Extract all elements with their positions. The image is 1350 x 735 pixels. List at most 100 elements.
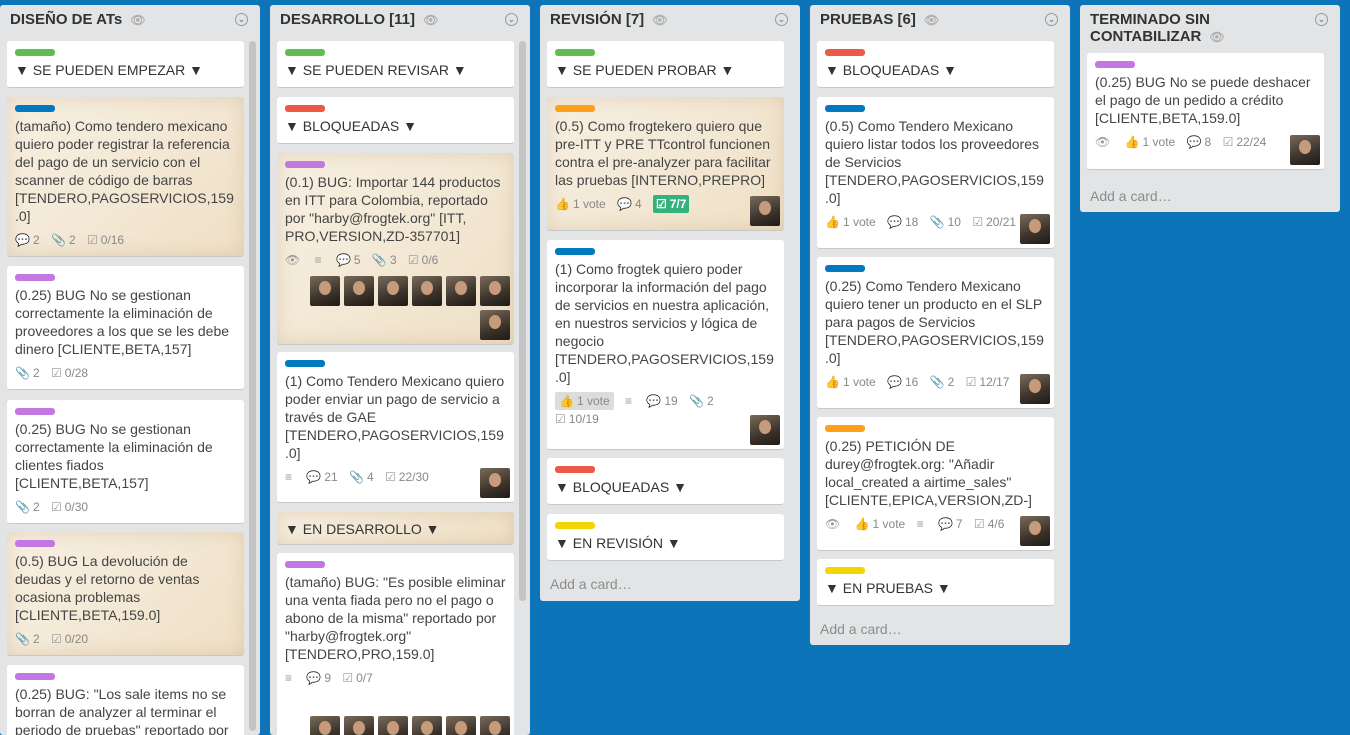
- list-terminado-sin-contabilizar: TERMINADO SIN CONTABILIZAR 👁 ⌄ (0.25) BU…: [1080, 5, 1340, 212]
- card[interactable]: (0.1) BUG: Importar 144 productos en ITT…: [277, 153, 514, 345]
- badge-text: 8: [1204, 135, 1212, 149]
- avatar[interactable]: [1020, 214, 1050, 244]
- add-card-link[interactable]: Add a card…: [1090, 188, 1172, 204]
- separator-card[interactable]: ▼ EN PRUEBAS ▼: [817, 559, 1054, 606]
- badge-text: 22/30: [398, 470, 429, 484]
- card[interactable]: (1) Como Tendero Mexicano quiero poder e…: [277, 352, 514, 503]
- member-avatars: [305, 276, 510, 340]
- card[interactable]: (0.25) Como Tendero Mexicano quiero tene…: [817, 257, 1054, 409]
- list-header[interactable]: PRUEBAS [6] 👁 ⌄: [810, 5, 1070, 35]
- checklist-badge: ☑ 4/6: [974, 515, 1004, 533]
- add-card-link[interactable]: Add a card…: [550, 576, 632, 592]
- card-title: (0.1) BUG: Importar 144 productos en ITT…: [285, 174, 501, 244]
- checklist-badge: ☑ 0/20: [51, 630, 88, 648]
- avatar[interactable]: [310, 276, 340, 306]
- badge-text: 2: [706, 394, 714, 408]
- avatar[interactable]: [1020, 374, 1050, 404]
- watching-badge: 👁: [285, 251, 303, 269]
- avatar[interactable]: [344, 716, 374, 735]
- list-header[interactable]: REVISIÓN [7] 👁 ⌄: [540, 5, 800, 35]
- list-header[interactable]: DESARROLLO [11] 👁 ⌄: [270, 5, 530, 35]
- avatar[interactable]: [1020, 516, 1050, 546]
- comments-badge: 💬 4: [617, 195, 642, 213]
- checklist-badge: ☑ 22/24: [1223, 133, 1267, 151]
- badge-text: 0/16: [100, 233, 125, 247]
- avatar[interactable]: [750, 196, 780, 226]
- avatar[interactable]: [480, 276, 510, 306]
- avatar[interactable]: [446, 276, 476, 306]
- card-title: ▼ SE PUEDEN REVISAR ▼: [285, 62, 467, 78]
- card-badges: 📎 2 ☑ 0/20: [15, 630, 236, 648]
- list-header[interactable]: DISEÑO DE ATs 👁 ⌄: [0, 5, 260, 35]
- list-title: REVISIÓN [7]: [550, 11, 645, 28]
- separator-card[interactable]: ▼ BLOQUEADAS ▼: [277, 97, 514, 144]
- blue-label: [555, 248, 595, 255]
- avatar[interactable]: [412, 716, 442, 735]
- separator-card[interactable]: ▼ SE PUEDEN EMPEZAR ▼: [7, 41, 244, 88]
- avatar[interactable]: [480, 468, 510, 498]
- avatar[interactable]: [480, 310, 510, 340]
- card[interactable]: (0.25) BUG No se gestionan correctamente…: [7, 400, 244, 524]
- card[interactable]: (1) Como frogtek quiero poder incorporar…: [547, 240, 784, 450]
- scrollbar[interactable]: [519, 41, 526, 601]
- member-avatars: [306, 716, 510, 735]
- checkbox-icon: ☑: [972, 215, 984, 229]
- votes-badge: 👍 1 vote: [825, 213, 876, 231]
- card[interactable]: (0.25) PETICIÓN DE durey@frogtek.org: "A…: [817, 417, 1054, 551]
- description-badge: ≡: [917, 515, 927, 533]
- paperclip-icon: 📎: [50, 233, 66, 247]
- votes-badge[interactable]: 👍 1 vote: [555, 392, 614, 410]
- description-badge: ≡: [285, 669, 295, 687]
- card[interactable]: (0.25) BUG No se gestionan correctamente…: [7, 266, 244, 390]
- separator-card[interactable]: ▼ EN DESARROLLO ▼: [277, 512, 514, 545]
- checklist-badge: ☑ 0/30: [51, 498, 88, 516]
- list-menu-icon[interactable]: ⌄: [1315, 13, 1328, 26]
- add-card-link[interactable]: Add a card…: [820, 621, 902, 637]
- card-badges: 👁 ≡ 💬 5 📎 3 ☑ 0/6: [285, 251, 506, 269]
- eye-icon: 👁: [1095, 135, 1111, 149]
- separator-card[interactable]: ▼ BLOQUEADAS ▼: [547, 458, 784, 505]
- card[interactable]: (0.5) BUG La devolución de deudas y el r…: [7, 532, 244, 656]
- avatar[interactable]: [310, 716, 340, 735]
- scrollbar[interactable]: [249, 41, 256, 731]
- checklist-badge: ☑ 20/21: [972, 213, 1016, 231]
- card[interactable]: (0.25) BUG No se puede deshacer el pago …: [1087, 53, 1324, 170]
- checklist-badge: ☑ 22/30: [385, 468, 429, 486]
- orange-label: [825, 425, 865, 432]
- badge-text: 2: [947, 375, 955, 389]
- list-menu-icon[interactable]: ⌄: [235, 13, 248, 26]
- list-menu-icon[interactable]: ⌄: [775, 13, 788, 26]
- list-header[interactable]: TERMINADO SIN CONTABILIZAR 👁 ⌄: [1080, 5, 1340, 53]
- separator-card[interactable]: ▼ EN REVISIÓN ▼: [547, 514, 784, 561]
- attachments-badge: 📎 3: [372, 251, 397, 269]
- avatar[interactable]: [378, 716, 408, 735]
- card[interactable]: (0.5) Como frogtekero quiero que pre-ITT…: [547, 97, 784, 231]
- checkbox-icon: ☑: [50, 632, 62, 646]
- separator-card[interactable]: ▼ BLOQUEADAS ▼: [817, 41, 1054, 88]
- thumbs-up-icon: 👍: [555, 197, 570, 211]
- comment-icon: 💬: [306, 671, 322, 685]
- list-menu-icon[interactable]: ⌄: [1045, 13, 1058, 26]
- card[interactable]: (0.25) BUG: "Los sale items no se borran…: [7, 665, 244, 735]
- checkbox-icon: ☑: [342, 671, 354, 685]
- card[interactable]: (0.5) Como Tendero Mexicano quiero lista…: [817, 97, 1054, 249]
- avatar[interactable]: [344, 276, 374, 306]
- badge-text: 4: [366, 470, 374, 484]
- avatar[interactable]: [446, 716, 476, 735]
- avatar[interactable]: [412, 276, 442, 306]
- card[interactable]: (tamaño) Como tendero mexicano quiero po…: [7, 97, 244, 257]
- paperclip-icon: 📎: [15, 632, 30, 646]
- list-menu-icon[interactable]: ⌄: [505, 13, 518, 26]
- card[interactable]: (tamaño) BUG: "Es posible eliminar una v…: [277, 553, 514, 735]
- card-badges: 📎 2 ☑ 0/28: [15, 364, 236, 382]
- separator-card[interactable]: ▼ SE PUEDEN PROBAR ▼: [547, 41, 784, 88]
- avatar[interactable]: [480, 716, 510, 735]
- avatar[interactable]: [378, 276, 408, 306]
- card-title: ▼ EN REVISIÓN ▼: [555, 535, 681, 551]
- avatar[interactable]: [1290, 135, 1320, 165]
- separator-card[interactable]: ▼ SE PUEDEN REVISAR ▼: [277, 41, 514, 88]
- avatar[interactable]: [750, 415, 780, 445]
- card-badges: 👁 👍 1 vote 💬 8 ☑ 22/24: [1095, 133, 1316, 151]
- checkbox-icon: ☑: [50, 500, 62, 514]
- comment-icon: 💬: [887, 215, 902, 229]
